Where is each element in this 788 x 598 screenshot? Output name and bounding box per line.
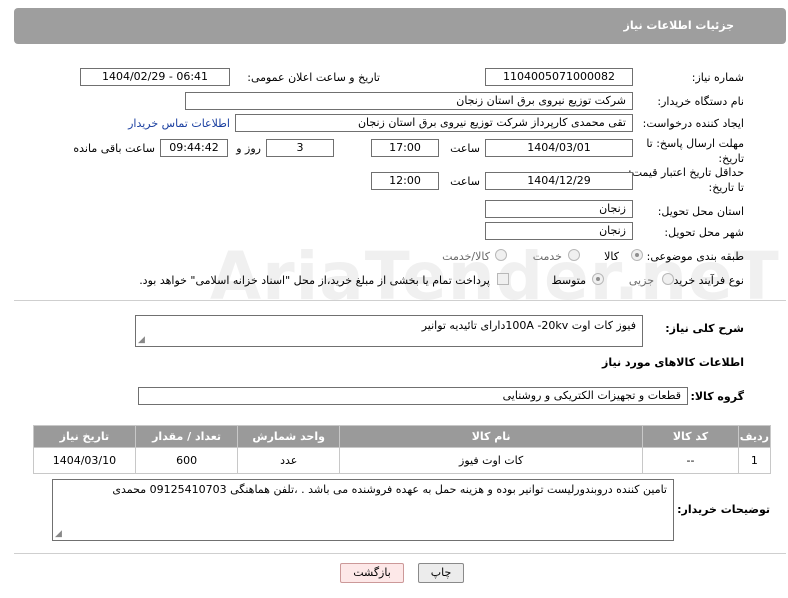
days-remaining-field: 3 (266, 139, 334, 157)
goods-group-label: گروه کالا: (690, 390, 744, 403)
treasury-payment-note: پرداخت تمام یا بخشی از مبلغ خرید،از محل … (139, 274, 490, 287)
page-title: جزئیات اطلاعات نیاز (623, 19, 735, 32)
province-label: استان محل تحویل: (657, 205, 744, 218)
announce-datetime-field: 1404/02/29 - 06:41 (80, 68, 230, 86)
time-remaining-field: 09:44:42 (160, 139, 228, 157)
category-goods-service-label: کالا/خدمت (442, 250, 490, 263)
category-service-radio[interactable] (568, 249, 580, 261)
cell-date: 1404/03/10 (33, 447, 136, 474)
resize-grip-icon: ◢ (138, 335, 145, 345)
cell-row-number: 1 (737, 447, 772, 474)
cell-name: کات اوت فیوز (339, 447, 644, 474)
deadline-date-field: 1404/03/01 (485, 139, 633, 157)
category-goods-radio[interactable] (631, 249, 643, 261)
col-header-row: ردیف (737, 425, 772, 448)
col-header-name: نام کالا (339, 425, 644, 448)
goods-section-title: اطلاعات کالاهای مورد نیاز (602, 356, 744, 369)
footer-divider (14, 553, 786, 554)
deadline-label-line1: مهلت ارسال پاسخ: تا (646, 137, 744, 150)
requester-label: ایجاد کننده درخواست: (642, 117, 744, 130)
price-validity-label-line1: حداقل تاریخ اعتبار قیمت: (628, 166, 744, 179)
buyer-notes-text: تامین کننده دروبندورلیست توانیر بوده و ه… (112, 483, 667, 496)
deadline-time-label: ساعت (450, 142, 480, 155)
description-label: شرح کلی نیاز: (665, 322, 744, 335)
price-validity-label-line2: تا تاریخ: (708, 181, 744, 194)
col-header-code: کد کالا (642, 425, 739, 448)
process-medium-radio[interactable] (592, 273, 604, 285)
requester-field: تقی محمدی کارپرداز شرکت توزیع نیروی برق … (235, 114, 633, 132)
city-field: زنجان (485, 222, 633, 240)
goods-table-header: ردیف کد کالا نام کالا واحد شمارش تعداد /… (33, 425, 772, 448)
cell-quantity: 600 (134, 447, 239, 474)
col-header-quantity: تعداد / مقدار (134, 425, 239, 448)
process-minor-radio[interactable] (662, 273, 674, 285)
buyer-org-field: شرکت توزیع نیروی برق استان زنجان (185, 92, 633, 110)
category-goods-label: کالا (604, 250, 619, 263)
need-number-field: 1104005071000082 (485, 68, 633, 86)
city-label: شهر محل تحویل: (664, 226, 744, 239)
process-medium-label: متوسط (551, 274, 586, 287)
category-goods-service-radio[interactable] (495, 249, 507, 261)
back-button[interactable]: بازگشت (340, 563, 404, 583)
process-minor-label: جزیی (628, 274, 654, 287)
price-validity-date-field: 1404/12/29 (485, 172, 633, 190)
description-textarea[interactable]: فیوز کات اوت 100A -20kvدارای تائیدیه توا… (135, 315, 643, 347)
buyer-org-label: نام دستگاه خریدار: (657, 95, 744, 108)
process-label: نوع فرآیند خرید : (666, 274, 744, 287)
buyer-notes-textarea[interactable]: تامین کننده دروبندورلیست توانیر بوده و ه… (52, 479, 674, 541)
section-divider (14, 300, 786, 301)
category-service-label: خدمت (532, 250, 562, 263)
print-button[interactable]: چاپ (418, 563, 464, 583)
buyer-notes-label: توضیحات خریدار: (677, 503, 770, 516)
announce-label: تاریخ و ساعت اعلان عمومی: (247, 71, 380, 84)
cell-code: -- (642, 447, 739, 474)
col-header-unit: واحد شمارش (237, 425, 341, 448)
category-label: طبقه بندی موضوعی: (646, 250, 744, 263)
time-remaining-label: ساعت باقی مانده (73, 142, 155, 155)
table-row: 1 -- کات اوت فیوز عدد 600 1404/03/10 (33, 447, 772, 474)
page-header: جزئیات اطلاعات نیاز (14, 8, 786, 44)
description-text: فیوز کات اوت 100A -20kvدارای تائیدیه توا… (421, 319, 636, 332)
buyer-contact-link[interactable]: اطلاعات تماس خریدار (128, 117, 230, 130)
deadline-time-field: 17:00 (371, 139, 439, 157)
goods-group-field: قطعات و تجهیزات الکتریکی و روشنایی (138, 387, 688, 405)
goods-table: ردیف کد کالا نام کالا واحد شمارش تعداد /… (33, 425, 772, 474)
province-field: زنجان (485, 200, 633, 218)
price-validity-time-field: 12:00 (371, 172, 439, 190)
need-number-label: شماره نیاز: (691, 71, 744, 84)
resize-grip-icon: ◢ (55, 529, 62, 539)
price-validity-time-label: ساعت (450, 175, 480, 188)
cell-unit: عدد (237, 447, 341, 474)
col-header-date: تاریخ نیاز (33, 425, 136, 448)
treasury-payment-checkbox[interactable] (497, 273, 509, 285)
days-label: روز و (236, 142, 261, 155)
deadline-label-line2: تاریخ: (718, 152, 744, 165)
